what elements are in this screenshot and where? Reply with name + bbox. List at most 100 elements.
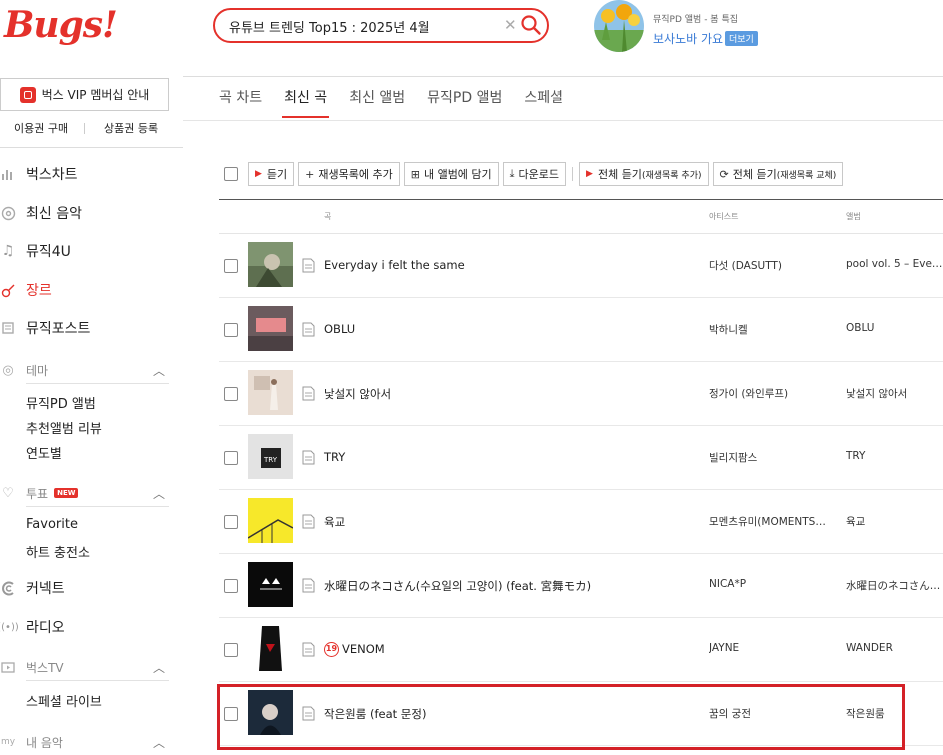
sidebar-item-recommend-review[interactable]: 추천앨범 리뷰 bbox=[26, 418, 102, 437]
artist-name[interactable]: 정가이 (와인루프) bbox=[709, 386, 827, 401]
lyrics-icon[interactable] bbox=[302, 322, 315, 337]
tab-special[interactable]: 스페셜 bbox=[524, 88, 563, 118]
bugs-logo[interactable]: Bugs! bbox=[4, 4, 118, 46]
promo-title[interactable]: 보사노바 가요 bbox=[653, 30, 723, 47]
album-name[interactable]: 육교 bbox=[846, 514, 943, 529]
tab-song-chart[interactable]: 곡 차트 bbox=[219, 88, 262, 118]
album-cover[interactable] bbox=[248, 498, 293, 543]
song-title[interactable]: 水曜日のネコさん(수요일의 고양이) (feat. 宮舞モカ) bbox=[324, 578, 591, 594]
listen-button[interactable]: ▶ 듣기 bbox=[248, 162, 295, 186]
lyrics-icon[interactable] bbox=[302, 706, 315, 721]
sidebar-item-bugs-chart[interactable]: 벅스차트 bbox=[0, 162, 183, 186]
add-to-my-album-button[interactable]: ⊞ 내 앨범에 담기 bbox=[403, 162, 499, 186]
tab-musicpd-albums[interactable]: 뮤직PD 앨범 bbox=[427, 88, 502, 118]
row-checkbox[interactable] bbox=[224, 515, 238, 529]
tab-latest-albums[interactable]: 최신 앨범 bbox=[349, 88, 405, 118]
table-row[interactable]: 육교 모멘츠유미(MOMENTS YUMI) 육교 bbox=[219, 490, 943, 554]
vote-group-header[interactable]: ♡ 투표 NEW ︿ bbox=[0, 483, 169, 503]
select-all-checkbox[interactable] bbox=[224, 167, 238, 181]
table-row[interactable]: Everyday i felt the same 다섯 (DASUTT) poo… bbox=[219, 234, 943, 298]
album-cover[interactable] bbox=[248, 626, 293, 671]
lyrics-icon[interactable] bbox=[302, 386, 315, 401]
listen-all-replace-button[interactable]: ⟳ 전체 듣기 (재생목록 교체) bbox=[712, 162, 844, 186]
sidebar-item-latest-music[interactable]: 최신 음악 bbox=[0, 201, 183, 225]
row-checkbox[interactable] bbox=[224, 707, 238, 721]
album-cover[interactable] bbox=[248, 690, 293, 735]
search-input[interactable] bbox=[229, 15, 499, 37]
album-cover[interactable] bbox=[248, 306, 293, 351]
listen-all-add-button[interactable]: ▶ 전체 듣기 (재생목록 추가) bbox=[579, 162, 709, 186]
bugstv-group-header[interactable]: 벅스TV ︿ bbox=[0, 657, 169, 677]
sidebar-item-heart-charge[interactable]: 하트 충전소 bbox=[26, 542, 90, 561]
sidebar-item-musicpost[interactable]: 뮤직포스트 bbox=[0, 316, 183, 340]
song-title-container[interactable]: 19 VENOM bbox=[324, 642, 385, 657]
song-title[interactable]: 낯설지 않아서 bbox=[324, 386, 391, 402]
artist-name[interactable]: JAYNE bbox=[709, 642, 827, 654]
artist-name[interactable]: 박하니켈 bbox=[709, 322, 827, 337]
row-checkbox[interactable] bbox=[224, 387, 238, 401]
album-cover[interactable] bbox=[248, 370, 293, 415]
album-cover[interactable] bbox=[248, 242, 293, 287]
tab-latest-songs[interactable]: 최신 곡 bbox=[282, 88, 330, 118]
row-checkbox[interactable] bbox=[224, 643, 238, 657]
lyrics-icon[interactable] bbox=[302, 258, 315, 273]
table-row[interactable]: 水曜日のネコさん(수요일의 고양이) (feat. 宮舞モカ) NICA*P 水… bbox=[219, 554, 943, 618]
artist-name[interactable]: NICA*P bbox=[709, 578, 827, 590]
song-title[interactable]: 작은원룸 (feat 문정) bbox=[324, 706, 426, 722]
song-title[interactable]: Everyday i felt the same bbox=[324, 258, 465, 272]
album-name[interactable]: 水曜日のネコさん (feat. 宮舞モカ) bbox=[846, 578, 943, 593]
sidebar-item-radio[interactable]: ((•)) 라디오 bbox=[0, 615, 183, 639]
song-title[interactable]: OBLU bbox=[324, 322, 355, 336]
buy-ticket-link[interactable]: 이용권 구매 bbox=[14, 120, 68, 136]
mymusic-group-header[interactable]: my 내 음악 ︿ bbox=[0, 732, 169, 752]
lyrics-icon[interactable] bbox=[302, 450, 315, 465]
promo-thumbnail[interactable] bbox=[594, 0, 644, 52]
album-name[interactable]: 낯설지 않아서 bbox=[846, 386, 943, 401]
table-row[interactable]: 낯설지 않아서 정가이 (와인루프) 낯설지 않아서 bbox=[219, 362, 943, 426]
album-cover[interactable] bbox=[248, 562, 293, 607]
register-coupon-link[interactable]: 상품권 등록 bbox=[104, 120, 158, 136]
row-checkbox[interactable] bbox=[224, 259, 238, 273]
song-title[interactable]: VENOM bbox=[342, 642, 385, 656]
artist-name[interactable]: 모멘츠유미(MOMENTS YUMI) bbox=[709, 514, 827, 529]
artist-name[interactable]: 빌리지팜스 bbox=[709, 450, 827, 465]
row-checkbox[interactable] bbox=[224, 323, 238, 337]
download-button[interactable]: ⤓ 다운로드 bbox=[502, 162, 567, 186]
album-name[interactable]: TRY bbox=[846, 450, 943, 462]
search-icon[interactable] bbox=[520, 14, 542, 36]
table-row[interactable]: 작은원룸 (feat 문정) 꿈의 궁전 작은원룸 bbox=[219, 682, 943, 746]
sidebar-item-favorite[interactable]: Favorite bbox=[26, 517, 78, 532]
table-row[interactable]: 19 VENOM JAYNE WANDER bbox=[219, 618, 943, 682]
promo-more-button[interactable]: 더보기 bbox=[725, 31, 758, 46]
vip-membership-button[interactable]: 벅스 VIP 멤버십 안내 bbox=[0, 78, 169, 111]
table-row[interactable]: OBLU 박하니켈 OBLU bbox=[219, 298, 943, 362]
song-title[interactable]: TRY bbox=[324, 450, 345, 464]
chevron-up-icon[interactable]: ︿ bbox=[153, 485, 165, 502]
chevron-up-icon[interactable]: ︿ bbox=[153, 734, 165, 751]
theme-group-header[interactable]: ◎ 테마 ︿ bbox=[0, 360, 169, 380]
song-title[interactable]: 육교 bbox=[324, 514, 345, 530]
chevron-up-icon[interactable]: ︿ bbox=[153, 659, 165, 676]
artist-name[interactable]: 꿈의 궁전 bbox=[709, 706, 827, 721]
sidebar-item-connect[interactable]: 커넥트 bbox=[0, 576, 183, 600]
album-name[interactable]: OBLU bbox=[846, 322, 943, 334]
sidebar-item-by-year[interactable]: 연도별 bbox=[26, 443, 62, 462]
lyrics-icon[interactable] bbox=[302, 514, 315, 529]
lyrics-icon[interactable] bbox=[302, 642, 315, 657]
row-checkbox[interactable] bbox=[224, 579, 238, 593]
close-icon[interactable]: ✕ bbox=[504, 16, 517, 34]
album-name[interactable]: WANDER bbox=[846, 642, 943, 654]
table-row[interactable]: TRY TRY 빌리지팜스 TRY bbox=[219, 426, 943, 490]
chevron-up-icon[interactable]: ︿ bbox=[153, 362, 165, 379]
album-name[interactable]: pool vol. 5 – Everyday i felt the same bbox=[846, 258, 943, 270]
sidebar-item-music4u[interactable]: ♫ 뮤직4U bbox=[0, 239, 183, 263]
artist-name[interactable]: 다섯 (DASUTT) bbox=[709, 258, 827, 273]
sidebar-item-special-live[interactable]: 스페셜 라이브 bbox=[26, 691, 102, 710]
sidebar-item-genre[interactable]: 장르 bbox=[0, 278, 183, 302]
sidebar-item-musicpd-album[interactable]: 뮤직PD 앨범 bbox=[26, 393, 96, 412]
add-to-playlist-button[interactable]: + 재생목록에 추가 bbox=[298, 162, 400, 186]
album-cover[interactable]: TRY bbox=[248, 434, 293, 479]
row-checkbox[interactable] bbox=[224, 451, 238, 465]
album-name[interactable]: 작은원룸 bbox=[846, 706, 943, 721]
lyrics-icon[interactable] bbox=[302, 578, 315, 593]
